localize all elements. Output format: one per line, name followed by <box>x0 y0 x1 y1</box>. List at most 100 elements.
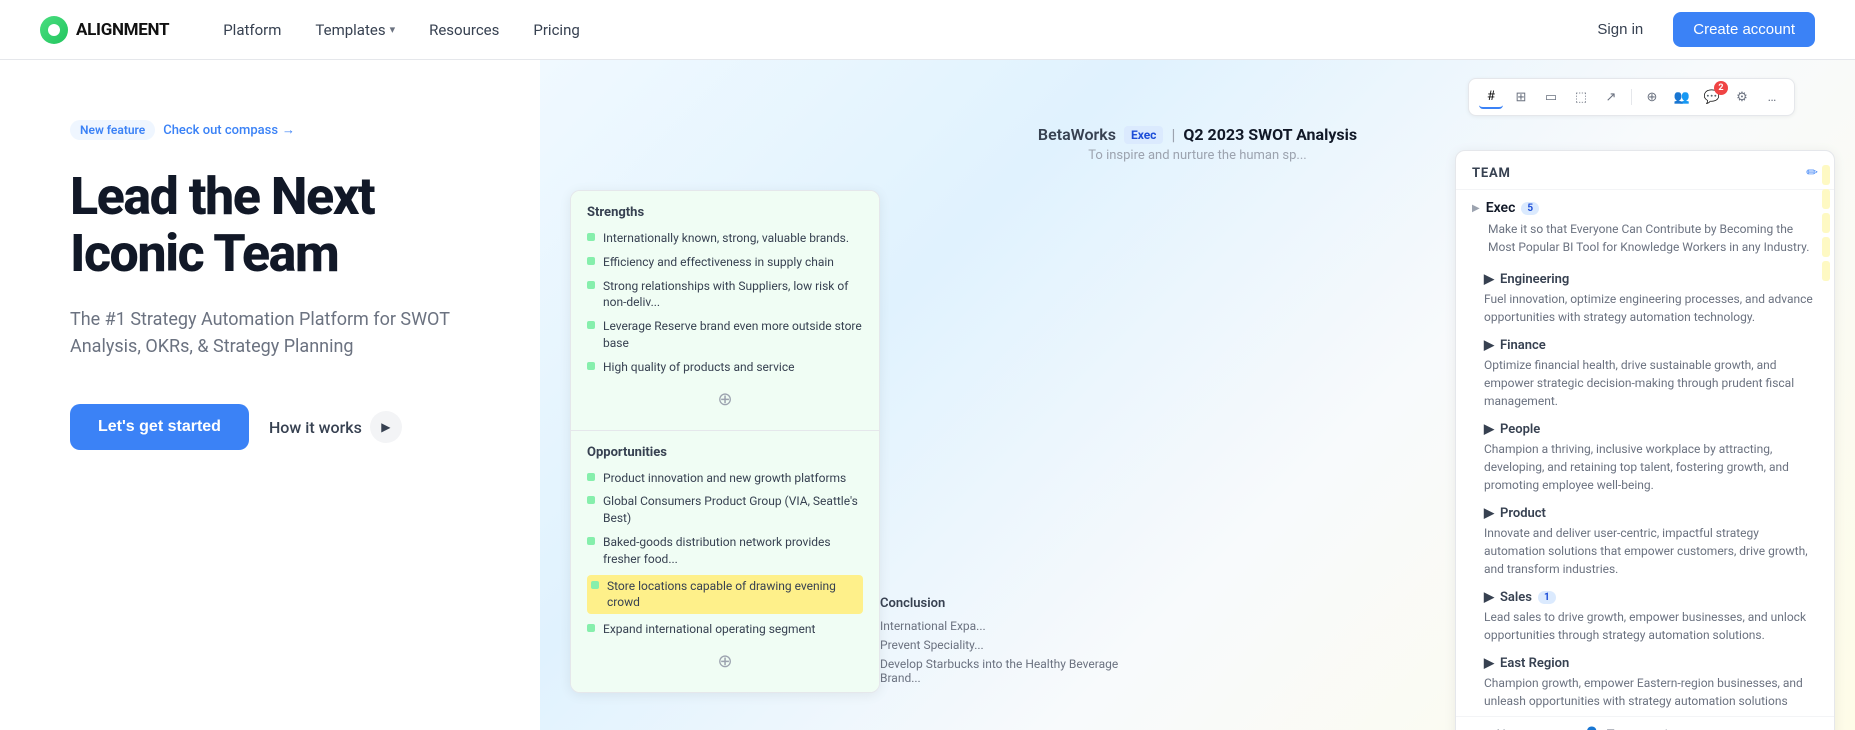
swot-dot <box>587 257 595 265</box>
swot-item: Strong relationships with Suppliers, low… <box>587 278 863 312</box>
main-content: New feature Check out compass → Lead the… <box>0 60 1855 730</box>
swot-item: Expand international operating segment <box>587 621 863 638</box>
nav-platform[interactable]: Platform <box>209 15 295 45</box>
team-panel-header: TEAM ✏ <box>1456 151 1834 190</box>
swot-item: Baked-goods distribution network provide… <box>587 534 863 568</box>
swot-dot <box>587 473 595 481</box>
swot-dot <box>587 362 595 370</box>
people-header[interactable]: ▶ People <box>1484 422 1818 437</box>
opportunities-title: Opportunities <box>587 445 863 460</box>
swot-opportunities: Opportunities Product innovation and new… <box>571 431 879 692</box>
team-item-product: ▶ Product Innovate and deliver user-cent… <box>1456 500 1834 584</box>
exec-desc: Make it so that Everyone Can Contribute … <box>1472 220 1818 256</box>
side-bar-4 <box>1822 237 1830 257</box>
toolbar-grid-icon[interactable]: ⊞ <box>1509 85 1533 109</box>
toolbar-settings-icon[interactable]: ⚙ <box>1730 85 1754 109</box>
conclusion-area: Conclusion International Expa... Prevent… <box>880 596 1140 690</box>
strengths-add-button[interactable]: ⊕ <box>587 383 863 416</box>
conclusion-item: Develop Starbucks into the Healthy Bever… <box>880 657 1140 685</box>
team-side-bars <box>1818 151 1834 730</box>
doc-main-title: Q2 2023 SWOT Analysis <box>1183 125 1357 144</box>
side-bar-1 <box>1822 165 1830 185</box>
hero-section: New feature Check out compass → Lead the… <box>0 60 540 730</box>
product-arrow-icon: ▶ <box>1484 506 1494 521</box>
team-footer: + + New team 👤 Team settings <box>1456 716 1834 730</box>
toolbar-hash-icon[interactable]: # <box>1479 85 1503 109</box>
comment-badge: 2 <box>1714 81 1728 95</box>
toolbar-users-icon[interactable]: 👥 <box>1670 85 1694 109</box>
east-region-header[interactable]: ▶ East Region <box>1484 656 1818 671</box>
team-item-exec-header[interactable]: ▶ Exec 5 <box>1472 200 1818 216</box>
engineering-desc: Fuel innovation, optimize engineering pr… <box>1484 290 1818 326</box>
logo-icon <box>40 16 68 44</box>
sales-badge: 1 <box>1538 591 1556 604</box>
hero-cta: Let's get started How it works ▶ <box>70 404 500 450</box>
sales-header[interactable]: ▶ Sales 1 <box>1484 590 1818 605</box>
people-arrow-icon: ▶ <box>1484 422 1494 437</box>
exec-name: Exec <box>1486 200 1516 216</box>
opportunities-add-button[interactable]: ⊕ <box>587 645 863 678</box>
toolbar-more-icon[interactable]: … <box>1760 85 1784 109</box>
compass-link[interactable]: Check out compass → <box>163 122 295 138</box>
doc-exec-badge: Exec <box>1124 126 1163 144</box>
nav-templates[interactable]: Templates ▾ <box>301 15 409 45</box>
swot-item: Global Consumers Product Group (VIA, Sea… <box>587 493 863 527</box>
finance-header[interactable]: ▶ Finance <box>1484 338 1818 353</box>
team-edit-icon[interactable]: ✏ <box>1806 165 1818 181</box>
people-desc: Champion a thriving, inclusive workplace… <box>1484 440 1818 494</box>
doc-company: BetaWorks <box>1038 125 1116 144</box>
product-header[interactable]: ▶ Product <box>1484 506 1818 521</box>
swot-strengths: Strengths Internationally known, strong,… <box>571 191 879 430</box>
swot-item: Efficiency and effectiveness in supply c… <box>587 254 863 271</box>
get-started-button[interactable]: Let's get started <box>70 404 249 450</box>
team-item-east-region: ▶ East Region Champion growth, empower E… <box>1456 650 1834 716</box>
toolbar-comment-wrap: 💬 2 <box>1700 85 1724 109</box>
swot-dot <box>587 233 595 241</box>
sales-desc: Lead sales to drive growth, empower busi… <box>1484 608 1818 644</box>
nav-resources[interactable]: Resources <box>415 15 513 45</box>
exec-badge: 5 <box>1521 202 1539 215</box>
swot-item: High quality of products and service <box>587 359 863 376</box>
logo-text: ALIGNMENT <box>76 20 169 40</box>
swot-item: Internationally known, strong, valuable … <box>587 230 863 247</box>
play-icon: ▶ <box>370 411 402 443</box>
team-item-sales: ▶ Sales 1 Lead sales to drive growth, em… <box>1456 584 1834 650</box>
toolbar-divider-1 <box>1631 89 1632 105</box>
swot-item: Leverage Reserve brand even more outside… <box>587 318 863 352</box>
create-account-button[interactable]: Create account <box>1673 12 1815 47</box>
product-desc: Innovate and deliver user-centric, impac… <box>1484 524 1818 578</box>
swot-dot <box>587 496 595 504</box>
navigation: ALIGNMENT Platform Templates ▾ Resources… <box>0 0 1855 60</box>
swot-dot <box>587 281 595 289</box>
hero-title: Lead the Next Iconic Team <box>70 168 500 282</box>
swot-dot <box>587 321 595 329</box>
document-title-row: BetaWorks Exec | Q2 2023 SWOT Analysis <box>540 125 1855 144</box>
side-bar-3 <box>1822 213 1830 233</box>
team-panel-title: TEAM <box>1472 166 1511 181</box>
toolbar-arrow-icon[interactable]: ↗ <box>1599 85 1623 109</box>
finance-arrow-icon: ▶ <box>1484 338 1494 353</box>
logo[interactable]: ALIGNMENT <box>40 16 169 44</box>
swot-panel: Strengths Internationally known, strong,… <box>570 190 880 693</box>
toolbar-box-icon[interactable]: ⬚ <box>1569 85 1593 109</box>
team-panel: TEAM ✏ ▶ Exec 5 Make it so that Everyone… <box>1455 150 1835 730</box>
team-item-finance: ▶ Finance Optimize financial health, dri… <box>1456 332 1834 416</box>
conclusion-item: International Expa... <box>880 619 1140 633</box>
finance-desc: Optimize financial health, drive sustain… <box>1484 356 1818 410</box>
side-bar-2 <box>1822 189 1830 209</box>
hero-subtitle: The #1 Strategy Automation Platform for … <box>70 306 450 360</box>
team-item-engineering: ▶ Engineering Fuel innovation, optimize … <box>1456 266 1834 332</box>
east-region-arrow-icon: ▶ <box>1484 656 1494 671</box>
conclusion-title: Conclusion <box>880 596 1140 611</box>
toolbar-filter-icon[interactable]: ⊕ <box>1640 85 1664 109</box>
arrow-icon: → <box>282 122 295 138</box>
engineering-header[interactable]: ▶ Engineering <box>1484 272 1818 287</box>
toolbar-minus-icon[interactable]: ▭ <box>1539 85 1563 109</box>
team-item-exec: ▶ Exec 5 Make it so that Everyone Can Co… <box>1456 190 1834 266</box>
signin-button[interactable]: Sign in <box>1579 13 1661 46</box>
conclusion-item: Prevent Speciality... <box>880 638 1140 652</box>
how-it-works-link[interactable]: How it works ▶ <box>269 411 402 443</box>
swot-dot <box>587 624 595 632</box>
nav-pricing[interactable]: Pricing <box>519 15 593 45</box>
content-area: # ⊞ ▭ ⬚ ↗ ⊕ 👥 💬 2 ⚙ … BetaWorks Exec | Q… <box>540 60 1855 730</box>
